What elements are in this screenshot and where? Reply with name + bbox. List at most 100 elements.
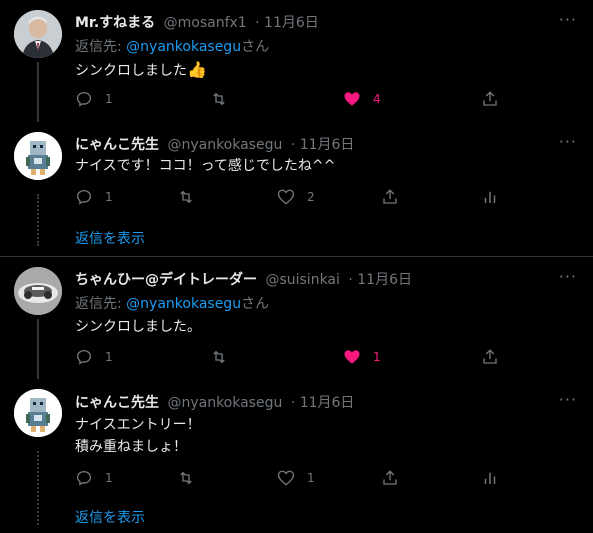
reply-to-suffix: さん xyxy=(241,296,270,312)
like-button[interactable]: 1 xyxy=(343,348,381,366)
share-icon xyxy=(383,470,397,485)
retweet-button[interactable] xyxy=(210,348,228,366)
retweet-icon xyxy=(213,92,225,106)
thumbs-up-emoji: 👍 xyxy=(187,60,207,79)
share-button[interactable] xyxy=(481,348,499,366)
reply-icon xyxy=(76,189,92,205)
tweet-actions: 1 1 xyxy=(75,469,496,489)
tweet-date[interactable]: · 11月6日 xyxy=(291,137,355,153)
more-icon[interactable]: ··· xyxy=(559,10,577,29)
share-button[interactable] xyxy=(381,188,399,206)
heart-icon xyxy=(277,470,295,486)
like-count: 1 xyxy=(307,471,315,485)
avatar-image xyxy=(14,267,62,315)
tweet-text-content: シンクロしました xyxy=(75,63,187,79)
reply-button[interactable]: 1 xyxy=(75,90,113,108)
reply-to-prefix: 返信先: xyxy=(75,296,127,312)
reply-to: 返信先: @nyankokaseguさん xyxy=(75,36,269,56)
avatar-image xyxy=(14,389,62,437)
reply-icon xyxy=(76,470,92,486)
retweet-button[interactable] xyxy=(210,90,228,108)
analytics-button[interactable] xyxy=(481,469,499,487)
share-button[interactable] xyxy=(481,90,499,108)
tweet-header: にゃんこ先生 @nyankokasegu · 11月6日 xyxy=(75,134,354,154)
avatar[interactable] xyxy=(14,10,62,58)
retweet-icon xyxy=(213,350,225,364)
tweet-header: Mr.すねまる @mosanfx1 · 11月6日 xyxy=(75,12,319,32)
tweet-date[interactable]: · 11月6日 xyxy=(291,395,355,411)
like-button[interactable]: 1 xyxy=(277,469,315,487)
tweet-3[interactable]: ちゃんひー@デイトレーダー @suisinkai · 11月6日 ··· 返信先… xyxy=(0,257,593,379)
avatar[interactable] xyxy=(14,267,62,315)
tweet-actions: 1 1 xyxy=(75,348,497,368)
tweet-actions: 1 2 xyxy=(75,188,496,208)
avatar-image xyxy=(14,10,62,58)
tweet-header: ちゃんひー@デイトレーダー @suisinkai · 11月6日 xyxy=(75,269,412,289)
tweet-1[interactable]: Mr.すねまる @mosanfx1 · 11月6日 ··· 返信先: @nyan… xyxy=(0,0,593,122)
analytics-icon xyxy=(484,472,496,484)
like-button[interactable]: 2 xyxy=(277,188,315,206)
reply-button[interactable]: 1 xyxy=(75,348,113,366)
tweet-date[interactable]: · 11月6日 xyxy=(255,15,319,31)
thread-continuation xyxy=(37,451,41,525)
retweet-button[interactable] xyxy=(177,469,195,487)
reply-to-suffix: さん xyxy=(241,39,270,55)
tweet-date[interactable]: · 11月6日 xyxy=(348,272,412,288)
display-name[interactable]: Mr.すねまる xyxy=(75,15,155,31)
more-icon[interactable]: ··· xyxy=(559,390,577,409)
avatar-image xyxy=(14,132,62,180)
analytics-icon xyxy=(484,191,496,203)
tweet-2[interactable]: にゃんこ先生 @nyankokasegu · 11月6日 ··· ナイスです！コ… xyxy=(0,122,593,256)
reply-icon xyxy=(76,91,92,107)
user-handle[interactable]: @mosanfx1 xyxy=(164,15,247,31)
tweet-text: シンクロしました👍 xyxy=(75,60,207,81)
retweet-icon xyxy=(180,471,192,485)
reply-button[interactable]: 1 xyxy=(75,469,113,487)
reply-to-mention[interactable]: @nyankokasegu xyxy=(126,39,241,55)
reply-count: 1 xyxy=(105,92,113,106)
share-icon xyxy=(483,349,497,364)
thread-line xyxy=(37,319,39,379)
more-icon[interactable]: ··· xyxy=(559,132,577,151)
user-handle[interactable]: @nyankokasegu xyxy=(167,395,282,411)
thread-line xyxy=(37,62,39,122)
avatar[interactable] xyxy=(14,132,62,180)
display-name[interactable]: にゃんこ先生 xyxy=(75,137,159,153)
heart-icon xyxy=(344,92,360,106)
retweet-button[interactable] xyxy=(177,188,195,206)
show-replies-link[interactable]: 返信を表示 xyxy=(75,228,145,248)
display-name[interactable]: にゃんこ先生 xyxy=(75,395,159,411)
reply-count: 1 xyxy=(105,471,113,485)
tweet-text-line-2: 積み重ねましょ！ xyxy=(75,439,187,455)
more-icon[interactable]: ··· xyxy=(559,267,577,286)
like-count: 1 xyxy=(373,350,381,364)
show-replies-link[interactable]: 返信を表示 xyxy=(75,507,145,527)
share-icon xyxy=(383,189,397,204)
share-button[interactable] xyxy=(381,469,399,487)
tweet-header: にゃんこ先生 @nyankokasegu · 11月6日 xyxy=(75,392,354,412)
reply-to: 返信先: @nyankokaseguさん xyxy=(75,293,269,313)
retweet-icon xyxy=(180,190,192,204)
avatar[interactable] xyxy=(14,389,62,437)
reply-count: 1 xyxy=(105,350,113,364)
reply-button[interactable]: 1 xyxy=(75,188,113,206)
reply-count: 1 xyxy=(105,190,113,204)
user-handle[interactable]: @nyankokasegu xyxy=(167,137,282,153)
like-count: 4 xyxy=(373,92,381,106)
reply-to-prefix: 返信先: xyxy=(75,39,127,55)
like-button[interactable]: 4 xyxy=(343,90,381,108)
tweet-text: ナイスです！ココ！って感じでしたね^^ xyxy=(75,158,336,174)
tweet-4[interactable]: にゃんこ先生 @nyankokasegu · 11月6日 ··· ナイスエントリ… xyxy=(0,379,593,533)
heart-icon xyxy=(344,350,360,364)
thread-continuation xyxy=(37,194,41,246)
tweet-text-line-1: ナイスエントリー！ xyxy=(75,417,201,433)
like-count: 2 xyxy=(307,190,315,204)
reply-icon xyxy=(76,349,92,365)
analytics-button[interactable] xyxy=(481,188,499,206)
heart-icon xyxy=(277,189,295,205)
tweet-text: シンクロしました。 xyxy=(75,319,201,335)
display-name[interactable]: ちゃんひー@デイトレーダー xyxy=(75,272,257,288)
tweet-actions: 1 4 xyxy=(75,90,497,110)
reply-to-mention[interactable]: @nyankokasegu xyxy=(126,296,241,312)
user-handle[interactable]: @suisinkai xyxy=(265,272,339,288)
